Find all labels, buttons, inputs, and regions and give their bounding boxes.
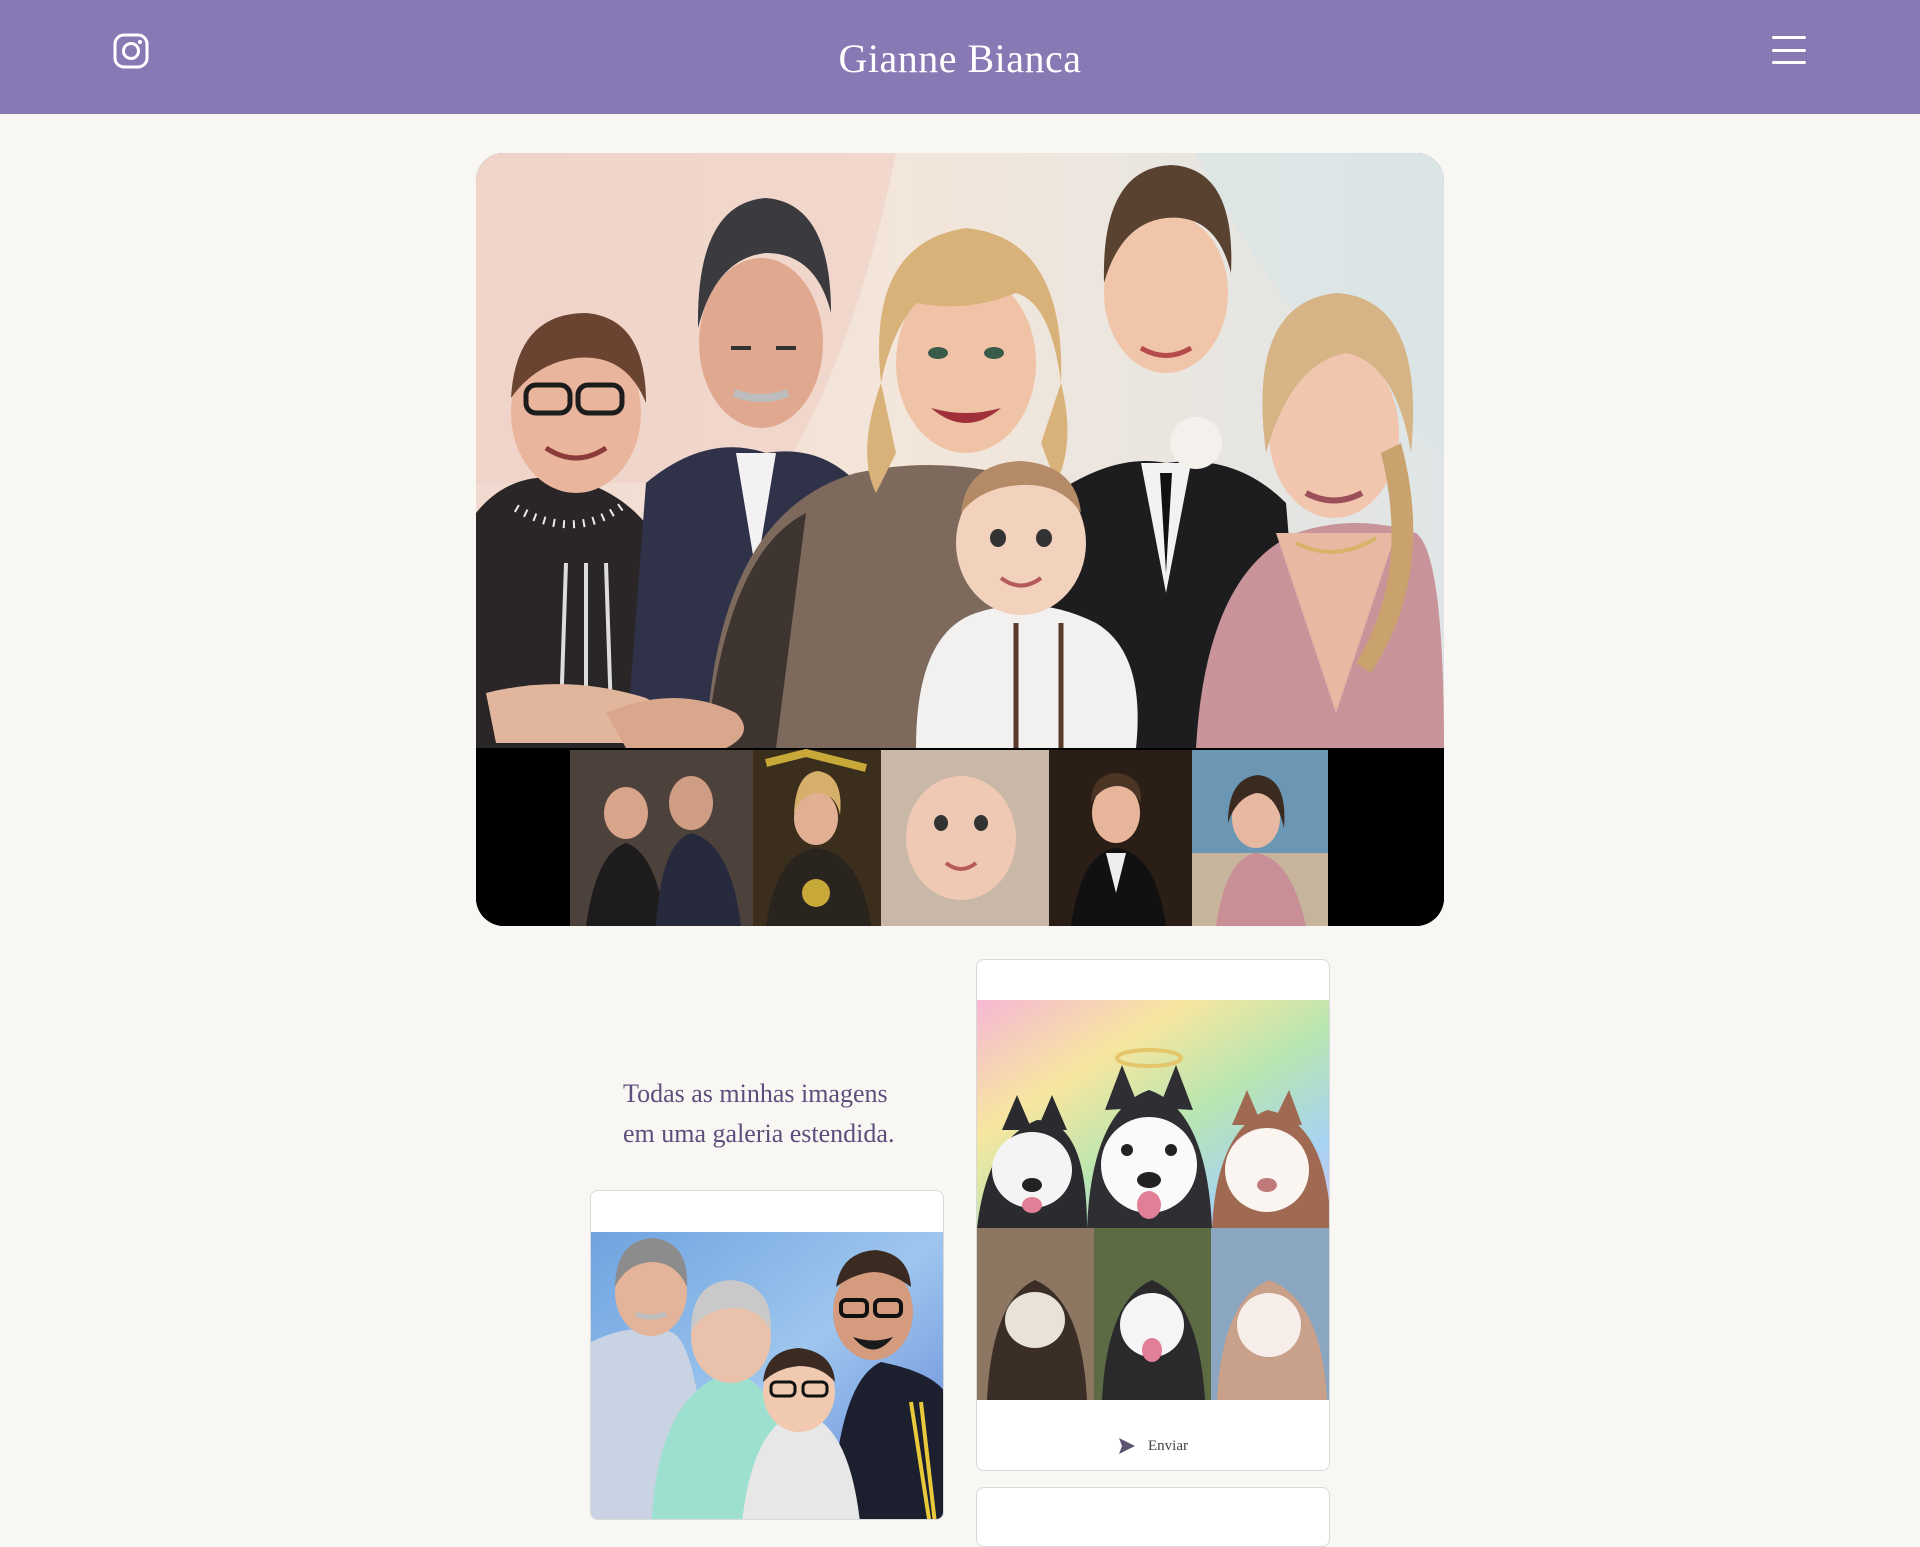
send-button[interactable]: Enviar: [977, 1432, 1329, 1460]
menu-bar: [1772, 61, 1806, 64]
send-icon: [1119, 1438, 1135, 1454]
gallery-card-huskies: Enviar: [976, 959, 1330, 1471]
menu-bar: [1772, 48, 1806, 52]
menu-bar: [1772, 36, 1806, 39]
instagram-icon[interactable]: [112, 32, 150, 70]
husky-caricature-image[interactable]: [977, 1000, 1329, 1400]
send-button-label: Enviar: [1148, 1437, 1188, 1454]
reference-photos-strip: [570, 748, 1328, 926]
site-title[interactable]: Gianne Bianca: [838, 35, 1081, 82]
gallery-intro-line-2: em uma galeria estendida.: [623, 1119, 895, 1148]
gallery-card-partial: [976, 1487, 1330, 1547]
gallery-intro-line-1: Todas as minhas imagens: [623, 1079, 888, 1108]
site-header: Gianne Bianca: [0, 0, 1920, 114]
gallery-card-family: [590, 1190, 944, 1520]
hamburger-menu-icon[interactable]: [1772, 36, 1806, 64]
family-caricature-image[interactable]: [591, 1232, 943, 1519]
hero-artwork[interactable]: [476, 153, 1444, 926]
gallery-intro-text: Todas as minhas imagens em uma galeria e…: [623, 1074, 894, 1154]
